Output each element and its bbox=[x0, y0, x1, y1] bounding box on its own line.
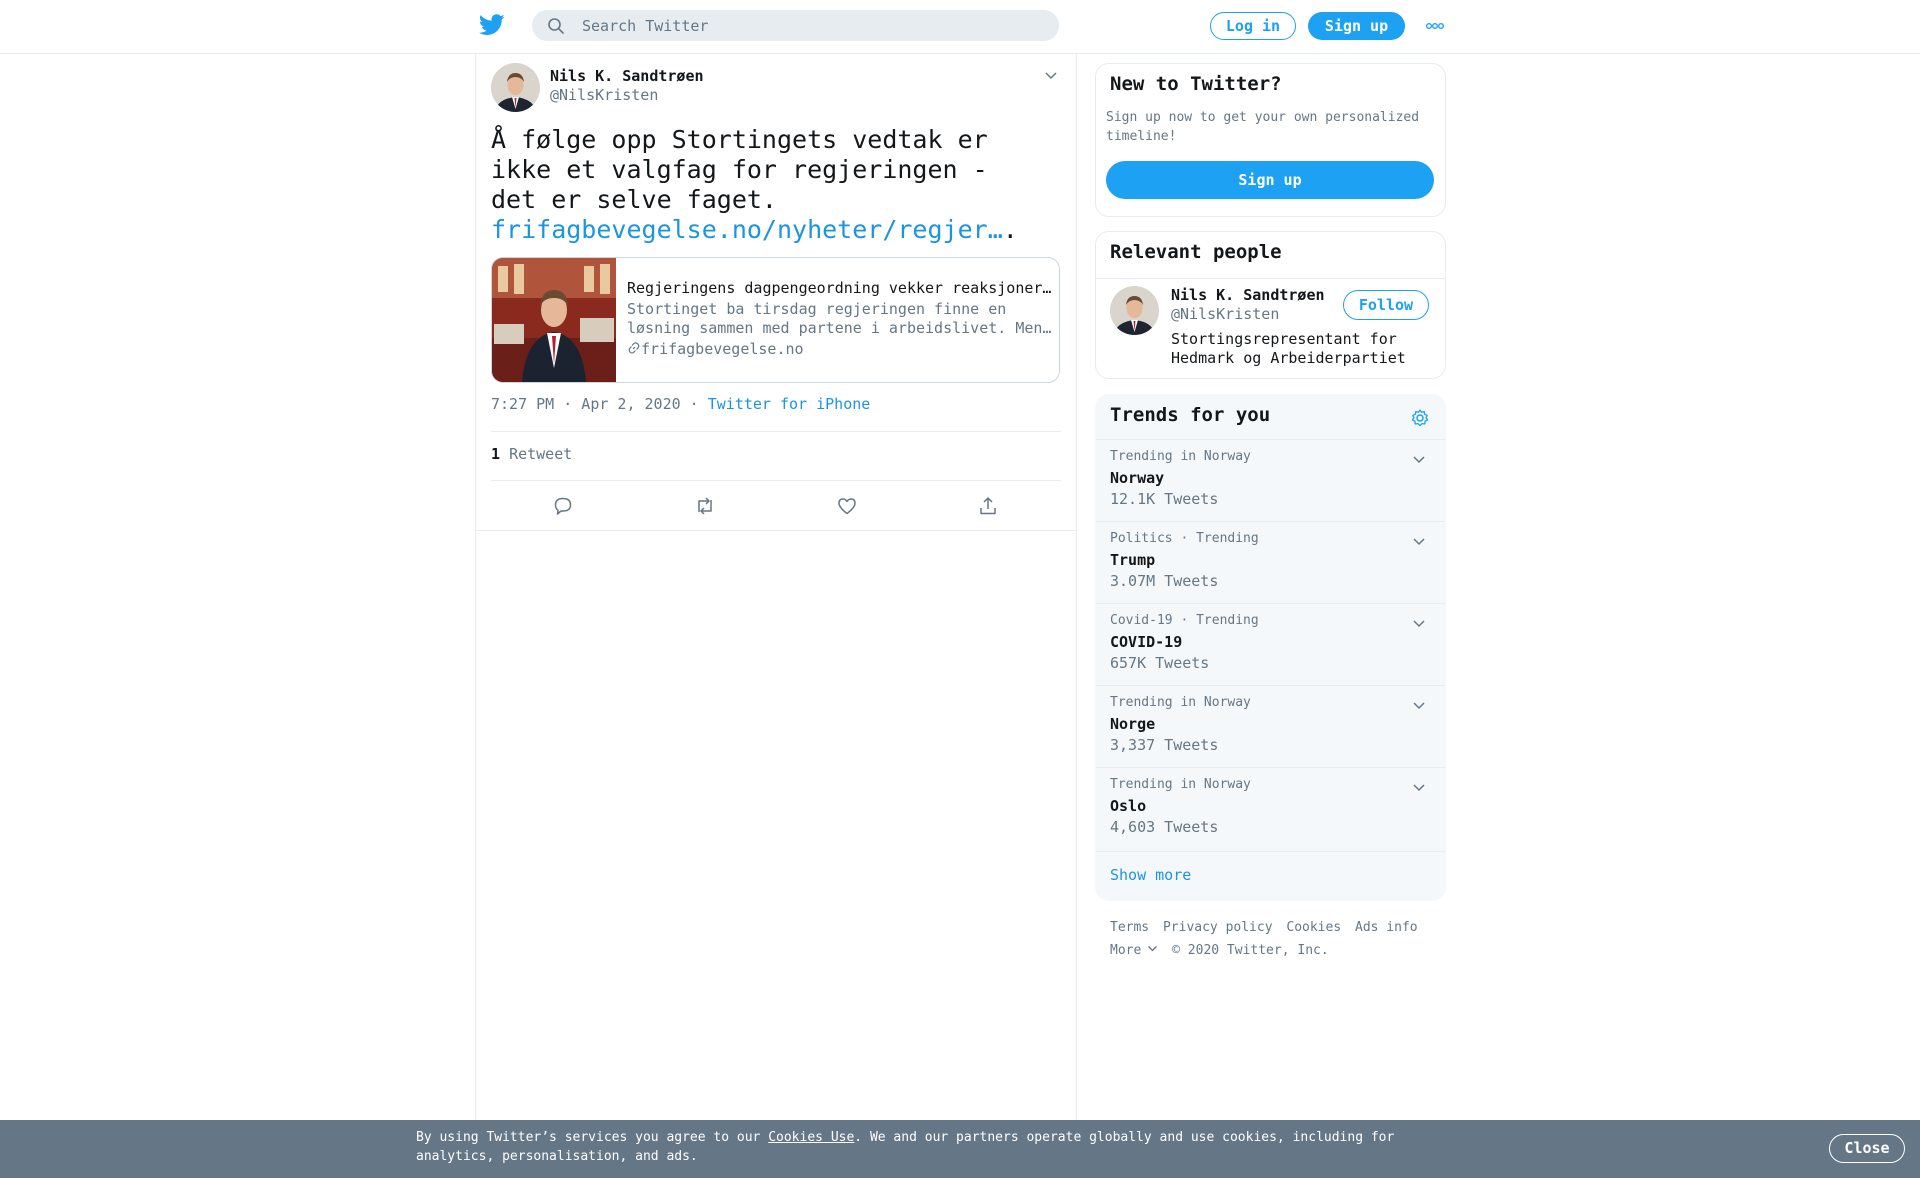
chevron-down-icon[interactable] bbox=[1412, 534, 1426, 548]
close-button[interactable]: Close bbox=[1829, 1134, 1905, 1163]
like-icon[interactable] bbox=[836, 495, 858, 517]
chevron-down-icon[interactable] bbox=[1043, 67, 1059, 83]
footer-copyright: © 2020 Twitter, Inc. bbox=[1172, 943, 1329, 958]
trend-name: Norway bbox=[1110, 469, 1165, 487]
chevron-down-icon[interactable] bbox=[1412, 616, 1426, 630]
cookie-text: By using Twitter’s services you agree to… bbox=[416, 1128, 1416, 1166]
person-name[interactable]: Nils K. Sandtrøen bbox=[1171, 286, 1325, 304]
card-description-line: løsning sammen med partene i arbeidslive… bbox=[627, 319, 1052, 337]
more-dots-icon[interactable] bbox=[1425, 20, 1445, 32]
card-domain: frifagbevegelse.no bbox=[627, 340, 804, 358]
author-avatar[interactable] bbox=[491, 63, 540, 112]
tweet-text: Å følge opp Stortingets vedtak er ikke e… bbox=[491, 125, 1061, 245]
footer-row-2: More © 2020 Twitter, Inc. bbox=[1110, 939, 1440, 962]
footer-links-row: Terms Privacy policy Cookies Ads info bbox=[1110, 916, 1440, 939]
person-bio: Stortingsrepresentant for Hedmark og Arb… bbox=[1171, 330, 1406, 367]
reply-icon[interactable] bbox=[552, 495, 574, 517]
module-title: Relevant people bbox=[1110, 241, 1282, 263]
link-icon bbox=[628, 342, 640, 354]
author-name[interactable]: Nils K. Sandtrøen bbox=[550, 67, 704, 85]
card-title: Regjeringens dagpengeordning vekker reak… bbox=[627, 279, 1052, 297]
link-card[interactable]: Regjeringens dagpengeordning vekker reak… bbox=[491, 257, 1060, 383]
follow-button[interactable]: Follow bbox=[1343, 290, 1429, 320]
module-title: New to Twitter? bbox=[1110, 73, 1282, 95]
trend-name: Oslo bbox=[1110, 797, 1147, 815]
person-handle[interactable]: @NilsKristen bbox=[1171, 305, 1279, 323]
cookie-text-before: By using Twitter’s services you agree to… bbox=[416, 1130, 769, 1145]
trend-context: Trending in Norway bbox=[1110, 449, 1251, 464]
tweet-source[interactable]: Twitter for iPhone bbox=[708, 395, 871, 413]
trend-item[interactable]: Trending in Norway Norway 12.1K Tweets bbox=[1096, 439, 1445, 522]
signup-button[interactable]: Sign up bbox=[1308, 12, 1405, 40]
trend-context: Politics · Trending bbox=[1110, 531, 1259, 546]
card-description: Stortinget ba tirsdag regjeringen finne … bbox=[627, 300, 1052, 338]
signup-button-large[interactable]: Sign up bbox=[1106, 161, 1434, 199]
card-description-line: Stortinget ba tirsdag regjeringen finne … bbox=[627, 300, 1007, 318]
retweet-count: 1 bbox=[491, 445, 501, 463]
search-icon bbox=[548, 18, 564, 34]
trend-item[interactable]: Trending in Norway Norge 3,337 Tweets bbox=[1096, 685, 1445, 768]
login-button[interactable]: Log in bbox=[1210, 12, 1296, 40]
trend-name: COVID-19 bbox=[1110, 633, 1183, 651]
footer: Terms Privacy policy Cookies Ads info Mo… bbox=[1110, 916, 1440, 962]
module-text: Sign up now to get your own personalized… bbox=[1106, 110, 1420, 144]
search-box[interactable]: Search Twitter bbox=[532, 10, 1059, 41]
top-bar: Search Twitter Log in Sign up bbox=[0, 0, 1920, 54]
show-more-link[interactable]: Show more bbox=[1096, 851, 1445, 900]
person-avatar[interactable] bbox=[1110, 286, 1159, 335]
footer-link-terms[interactable]: Terms bbox=[1110, 920, 1149, 935]
footer-link-privacy[interactable]: Privacy policy bbox=[1163, 920, 1273, 935]
chevron-down-icon[interactable] bbox=[1412, 452, 1426, 466]
trends-module: Trends for you Trending in Norway Norway… bbox=[1095, 394, 1446, 901]
trend-context: Trending in Norway bbox=[1110, 777, 1251, 792]
trend-name: Trump bbox=[1110, 551, 1156, 569]
trend-name: Norge bbox=[1110, 715, 1156, 733]
footer-more-label: More bbox=[1110, 943, 1142, 958]
show-more-label[interactable]: Show more bbox=[1110, 866, 1191, 884]
twitter-bird-icon[interactable] bbox=[479, 14, 505, 36]
card-domain-text: frifagbevegelse.no bbox=[641, 340, 804, 358]
footer-more[interactable]: More bbox=[1110, 943, 1158, 958]
trend-item[interactable]: Politics · Trending Trump 3.07M Tweets bbox=[1096, 521, 1445, 604]
meta-separator: · bbox=[680, 395, 708, 413]
tweet-link-suffix: . bbox=[1002, 215, 1018, 244]
retweet-icon[interactable] bbox=[694, 495, 716, 517]
trend-count: 4,603 Tweets bbox=[1110, 818, 1219, 836]
main-column: Nils K. Sandtrøen @NilsKristen Å følge o… bbox=[475, 53, 1077, 1120]
relevant-people-module: Relevant people Nils K. Sandtrøen @NilsK… bbox=[1095, 231, 1446, 379]
trend-count: 3,337 Tweets bbox=[1110, 736, 1219, 754]
trend-item[interactable]: Trending in Norway Oslo 4,603 Tweets bbox=[1096, 767, 1445, 850]
trend-count: 12.1K Tweets bbox=[1110, 490, 1219, 508]
divider bbox=[491, 480, 1061, 481]
share-icon[interactable] bbox=[977, 495, 999, 517]
tweet: Nils K. Sandtrøen @NilsKristen Å følge o… bbox=[476, 53, 1076, 531]
divider bbox=[1096, 278, 1445, 279]
cookie-banner: By using Twitter’s services you agree to… bbox=[0, 1120, 1920, 1178]
gear-icon[interactable] bbox=[1410, 408, 1430, 428]
cookies-use-link[interactable]: Cookies Use bbox=[768, 1130, 854, 1145]
tweet-time[interactable]: 7:27 PM · Apr 2, 2020 bbox=[491, 395, 681, 413]
chevron-down-icon bbox=[1148, 946, 1158, 952]
trend-count: 3.07M Tweets bbox=[1110, 572, 1219, 590]
retweet-label: Retweet bbox=[509, 445, 573, 463]
chevron-down-icon[interactable] bbox=[1412, 698, 1426, 712]
divider bbox=[491, 431, 1061, 432]
footer-link-ads[interactable]: Ads info bbox=[1355, 920, 1418, 935]
module-title: Trends for you bbox=[1110, 404, 1271, 426]
chevron-down-icon[interactable] bbox=[1412, 780, 1426, 794]
tweet-link[interactable]: frifagbevegelse.no/nyheter/regjer… bbox=[491, 215, 1003, 244]
footer-link-cookies[interactable]: Cookies bbox=[1286, 920, 1341, 935]
trend-context: Covid-19 · Trending bbox=[1110, 613, 1259, 628]
search-input[interactable]: Search Twitter bbox=[582, 17, 708, 35]
tweet-meta: 7:27 PM · Apr 2, 2020 · Twitter for iPho… bbox=[491, 395, 870, 413]
author-handle[interactable]: @NilsKristen bbox=[550, 86, 658, 104]
trend-item[interactable]: Covid-19 · Trending COVID-19 657K Tweets bbox=[1096, 603, 1445, 686]
trend-count: 657K Tweets bbox=[1110, 654, 1210, 672]
tweet-body: Å følge opp Stortingets vedtak er ikke e… bbox=[491, 125, 988, 214]
new-to-twitter-module: New to Twitter? Sign up now to get your … bbox=[1095, 63, 1446, 217]
card-image bbox=[492, 258, 616, 382]
trend-context: Trending in Norway bbox=[1110, 695, 1251, 710]
tweet-stats[interactable]: 1 Retweet bbox=[491, 445, 572, 463]
